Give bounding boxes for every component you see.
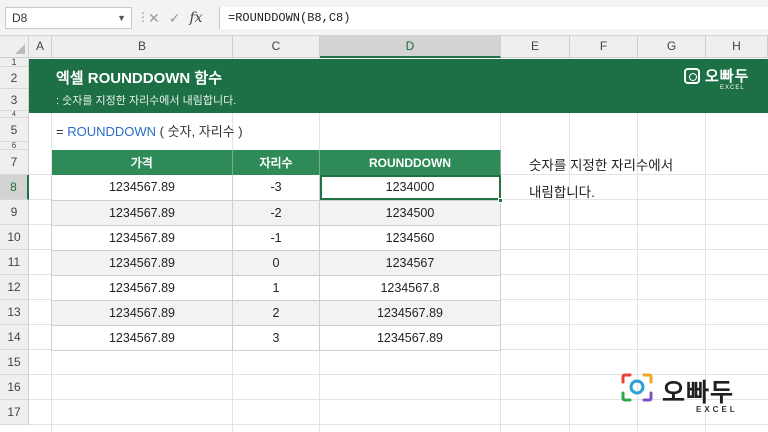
table-row: 1234567.89 -3 1234000 bbox=[51, 175, 501, 201]
brand-logo-name: 오빠두 bbox=[662, 379, 735, 407]
description-note: 숫자를 지정한 자리수에서 내림합니다. bbox=[529, 152, 673, 206]
row-header-9[interactable]: 9 bbox=[0, 200, 29, 225]
note-line-2: 내림합니다. bbox=[529, 185, 595, 200]
row-header-16[interactable]: 16 bbox=[0, 375, 29, 400]
example-table: 가격 자리수 ROUNDDOWN 1234567.89 -3 1234000 1… bbox=[51, 150, 501, 351]
cell-b9[interactable]: 1234567.89 bbox=[51, 200, 233, 226]
banner-logo-name: 오빠두 bbox=[705, 68, 750, 85]
row-header-7[interactable]: 7 bbox=[0, 150, 29, 175]
cell-d11[interactable]: 1234567 bbox=[319, 250, 501, 276]
row-header-6[interactable]: 6 bbox=[0, 142, 29, 150]
name-box-value: D8 bbox=[12, 11, 28, 25]
fill-handle[interactable] bbox=[498, 198, 503, 203]
row-header-2[interactable]: 2 bbox=[0, 67, 29, 89]
cell-d10[interactable]: 1234560 bbox=[319, 225, 501, 251]
cell-c10[interactable]: -1 bbox=[232, 225, 320, 251]
cell-b8[interactable]: 1234567.89 bbox=[51, 175, 233, 201]
select-all-button[interactable] bbox=[0, 36, 29, 58]
cell-b11[interactable]: 1234567.89 bbox=[51, 250, 233, 276]
insert-function-icon[interactable]: fx bbox=[189, 10, 202, 26]
cell-b14[interactable]: 1234567.89 bbox=[51, 325, 233, 351]
row-header-10[interactable]: 10 bbox=[0, 225, 29, 250]
table-row: 1234567.89 1 1234567.8 bbox=[51, 275, 501, 301]
table-row: 1234567.89 0 1234567 bbox=[51, 250, 501, 276]
cancel-icon[interactable]: ✕ bbox=[148, 10, 160, 27]
cell-b12[interactable]: 1234567.89 bbox=[51, 275, 233, 301]
table-row: 1234567.89 -1 1234560 bbox=[51, 225, 501, 251]
brand-logo-sub: EXCEL bbox=[696, 405, 738, 414]
cell-d12[interactable]: 1234567.8 bbox=[319, 275, 501, 301]
row-header-14[interactable]: 14 bbox=[0, 325, 29, 350]
column-header-e[interactable]: E bbox=[501, 36, 570, 58]
table-row: 1234567.89 3 1234567.89 bbox=[51, 325, 501, 351]
gridline bbox=[569, 58, 570, 432]
row-header-12[interactable]: 12 bbox=[0, 275, 29, 300]
note-line-1: 숫자를 지정한 자리수에서 bbox=[529, 158, 674, 173]
column-header-h[interactable]: H bbox=[706, 36, 768, 58]
column-header-b[interactable]: B bbox=[52, 36, 233, 58]
cell-c13[interactable]: 2 bbox=[232, 300, 320, 326]
table-header-row: 가격 자리수 ROUNDDOWN bbox=[51, 150, 501, 175]
row-header-5[interactable]: 5 bbox=[0, 118, 29, 142]
row-header-1[interactable]: 1 bbox=[0, 58, 29, 67]
table-row: 1234567.89 2 1234567.89 bbox=[51, 300, 501, 326]
cell-c14[interactable]: 3 bbox=[232, 325, 320, 351]
gridline bbox=[29, 424, 768, 425]
cell-c12[interactable]: 1 bbox=[232, 275, 320, 301]
banner-logo-sub: EXCEL bbox=[720, 85, 745, 91]
gridline bbox=[29, 374, 768, 375]
column-header-f[interactable]: F bbox=[570, 36, 638, 58]
page-title: 엑셀 ROUNDDOWN 함수 bbox=[56, 70, 223, 87]
name-box[interactable]: D8 ▼ bbox=[5, 7, 132, 29]
column-header-d[interactable]: D bbox=[320, 36, 501, 58]
row-header-13[interactable]: 13 bbox=[0, 300, 29, 325]
syntax-function: ROUNDDOWN bbox=[67, 124, 157, 139]
camera-logo-icon bbox=[621, 373, 653, 402]
banner-logo: 오빠두 bbox=[684, 65, 749, 86]
camera-logo-icon bbox=[684, 67, 700, 84]
row-header-4[interactable]: 4 bbox=[0, 111, 29, 118]
row-header-17[interactable]: 17 bbox=[0, 400, 29, 425]
row-header-11[interactable]: 11 bbox=[0, 250, 29, 275]
cell-d13[interactable]: 1234567.89 bbox=[319, 300, 501, 326]
cell-b10[interactable]: 1234567.89 bbox=[51, 225, 233, 251]
formula-input[interactable]: =ROUNDDOWN(B8,C8) bbox=[219, 7, 768, 29]
header-digits[interactable]: 자리수 bbox=[232, 150, 320, 175]
header-rounddown[interactable]: ROUNDDOWN bbox=[319, 150, 501, 175]
cell-d14[interactable]: 1234567.89 bbox=[319, 325, 501, 351]
cell-c8[interactable]: -3 bbox=[232, 175, 320, 201]
formula-bar: D8 ▼ ⋮ ✕ ✓ fx =ROUNDDOWN(B8,C8) bbox=[0, 0, 768, 36]
function-syntax: = ROUNDDOWN ( 숫자, 자리수 ) bbox=[56, 121, 243, 140]
syntax-prefix: = bbox=[56, 124, 68, 139]
enter-icon[interactable]: ✓ bbox=[169, 10, 181, 27]
row-header-15[interactable]: 15 bbox=[0, 350, 29, 375]
cell-c9[interactable]: -2 bbox=[232, 200, 320, 226]
table-row: 1234567.89 -2 1234500 bbox=[51, 200, 501, 226]
row-header-8[interactable]: 8 bbox=[0, 175, 29, 200]
cell-b13[interactable]: 1234567.89 bbox=[51, 300, 233, 326]
column-header-g[interactable]: G bbox=[638, 36, 706, 58]
column-header-c[interactable]: C bbox=[233, 36, 320, 58]
syntax-args: ( 숫자, 자리수 ) bbox=[156, 124, 243, 139]
header-price[interactable]: 가격 bbox=[51, 150, 233, 175]
chevron-down-icon[interactable]: ▼ bbox=[117, 8, 126, 28]
cell-c11[interactable]: 0 bbox=[232, 250, 320, 276]
gridline bbox=[29, 399, 768, 400]
drag-handle-icon[interactable]: ⋮ bbox=[137, 10, 149, 24]
cell-d8-selected[interactable]: 1234000 bbox=[319, 175, 501, 201]
column-header-a[interactable]: A bbox=[29, 36, 52, 58]
cell-d9[interactable]: 1234500 bbox=[319, 200, 501, 226]
page-subtitle: : 숫자를 지정한 자리수에서 내림합니다. bbox=[56, 95, 237, 107]
row-header-3[interactable]: 3 bbox=[0, 89, 29, 111]
